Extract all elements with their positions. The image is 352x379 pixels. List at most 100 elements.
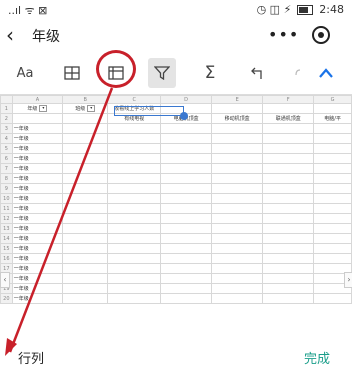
row-number[interactable]: 20	[0, 293, 13, 304]
spreadsheet[interactable]: ABCDEFG1年级▾班级▾收看线上学习人数2有线电视电脑机顶盒移动机顶盒联通机…	[0, 94, 352, 339]
table-cell[interactable]	[313, 193, 352, 204]
more-options-icon[interactable]: •••	[268, 25, 299, 44]
table-cell[interactable]: 一年级	[11, 243, 64, 254]
row-number[interactable]: 3	[0, 123, 13, 134]
table-cell[interactable]	[262, 263, 315, 274]
table-cell[interactable]: 一年级	[11, 293, 64, 304]
table-cell[interactable]	[262, 283, 315, 294]
table-cell[interactable]: 一年级	[11, 123, 64, 134]
column-letter[interactable]: A	[11, 95, 64, 104]
column-letter[interactable]: F	[262, 95, 315, 104]
column-letter[interactable]: C	[107, 95, 162, 104]
table-cell[interactable]	[160, 173, 213, 184]
scroll-left-icon[interactable]: ‹	[0, 272, 10, 288]
font-button[interactable]: Aa	[10, 58, 40, 88]
table-cell[interactable]	[262, 223, 315, 234]
table-cell[interactable]	[160, 233, 213, 244]
table-cell[interactable]	[62, 123, 109, 134]
table-cell[interactable]: 一年级	[11, 273, 64, 284]
table-cell[interactable]	[62, 243, 109, 254]
row-number[interactable]: 9	[0, 183, 13, 194]
header-cell[interactable]: 联通机顶盒	[262, 113, 315, 124]
table-cell[interactable]	[313, 223, 352, 234]
row-number[interactable]: 8	[0, 173, 13, 184]
selection-handle[interactable]	[180, 112, 188, 120]
column-letter[interactable]	[0, 95, 13, 104]
row-number[interactable]: 2	[0, 113, 13, 124]
row-number[interactable]: 10	[0, 193, 13, 204]
table-cell[interactable]	[62, 183, 109, 194]
table-cell[interactable]	[62, 143, 109, 154]
table-cell[interactable]	[262, 253, 315, 264]
table-cell[interactable]	[160, 243, 213, 254]
row-number[interactable]: 13	[0, 223, 13, 234]
table-cell[interactable]	[313, 203, 352, 214]
table-cell[interactable]: 一年级	[11, 193, 64, 204]
table-cell[interactable]	[211, 173, 264, 184]
table-cell[interactable]	[262, 233, 315, 244]
table-cell[interactable]	[107, 123, 162, 134]
table-cell[interactable]	[160, 183, 213, 194]
column-letter[interactable]: D	[160, 95, 213, 104]
table-cell[interactable]	[107, 263, 162, 274]
table-cell[interactable]	[107, 203, 162, 214]
table-cell[interactable]	[211, 183, 264, 194]
header-cell[interactable]	[313, 103, 352, 114]
scroll-right-icon[interactable]: ›	[344, 272, 352, 288]
cell-border-button[interactable]	[58, 58, 86, 88]
table-cell[interactable]: 一年级	[11, 173, 64, 184]
table-cell[interactable]	[262, 293, 315, 304]
table-cell[interactable]	[262, 243, 315, 254]
header-cell[interactable]: 电脑/平	[313, 113, 352, 124]
table-cell[interactable]	[160, 193, 213, 204]
table-cell[interactable]	[313, 233, 352, 244]
table-cell[interactable]	[160, 163, 213, 174]
table-cell[interactable]	[160, 133, 213, 144]
table-cell[interactable]	[313, 143, 352, 154]
table-cell[interactable]	[107, 273, 162, 284]
back-chevron-icon[interactable]: ‹	[6, 22, 14, 48]
table-cell[interactable]	[62, 253, 109, 264]
table-cell[interactable]	[62, 133, 109, 144]
table-cell[interactable]	[262, 123, 315, 134]
header-cell[interactable]: 有线电视	[107, 113, 162, 124]
table-cell[interactable]: 一年级	[11, 163, 64, 174]
table-cell[interactable]	[262, 143, 315, 154]
table-cell[interactable]	[160, 283, 213, 294]
row-number[interactable]: 12	[0, 213, 13, 224]
table-cell[interactable]	[62, 153, 109, 164]
table-cell[interactable]	[313, 183, 352, 194]
table-cell[interactable]: 一年级	[11, 133, 64, 144]
table-cell[interactable]	[211, 273, 264, 284]
row-number[interactable]: 4	[0, 133, 13, 144]
table-cell[interactable]	[211, 263, 264, 274]
table-cell[interactable]	[211, 243, 264, 254]
table-cell[interactable]	[107, 153, 162, 164]
table-cell[interactable]	[62, 193, 109, 204]
header-cell[interactable]	[211, 103, 264, 114]
column-letter[interactable]: E	[211, 95, 264, 104]
table-cell[interactable]	[262, 213, 315, 224]
header-cell[interactable]: 收看线上学习人数	[107, 103, 162, 114]
table-cell[interactable]	[313, 153, 352, 164]
table-cell[interactable]	[160, 153, 213, 164]
header-cell[interactable]: 班级 ▾	[62, 103, 109, 114]
table-cell[interactable]	[62, 213, 109, 224]
row-number[interactable]: 6	[0, 153, 13, 164]
table-cell[interactable]	[107, 173, 162, 184]
table-cell[interactable]	[160, 273, 213, 284]
table-cell[interactable]: 一年级	[11, 203, 64, 214]
table-cell[interactable]	[62, 283, 109, 294]
table-cell[interactable]	[62, 173, 109, 184]
table-cell[interactable]	[313, 133, 352, 144]
table-cell[interactable]	[160, 263, 213, 274]
row-number[interactable]: 15	[0, 243, 13, 254]
table-cell[interactable]	[211, 203, 264, 214]
header-cell[interactable]: 移动机顶盒	[211, 113, 264, 124]
row-number[interactable]: 11	[0, 203, 13, 214]
table-cell[interactable]	[262, 173, 315, 184]
sum-button[interactable]: Σ	[196, 58, 224, 88]
undo-button[interactable]	[244, 58, 272, 88]
table-cell[interactable]	[107, 223, 162, 234]
target-icon[interactable]	[312, 26, 330, 44]
